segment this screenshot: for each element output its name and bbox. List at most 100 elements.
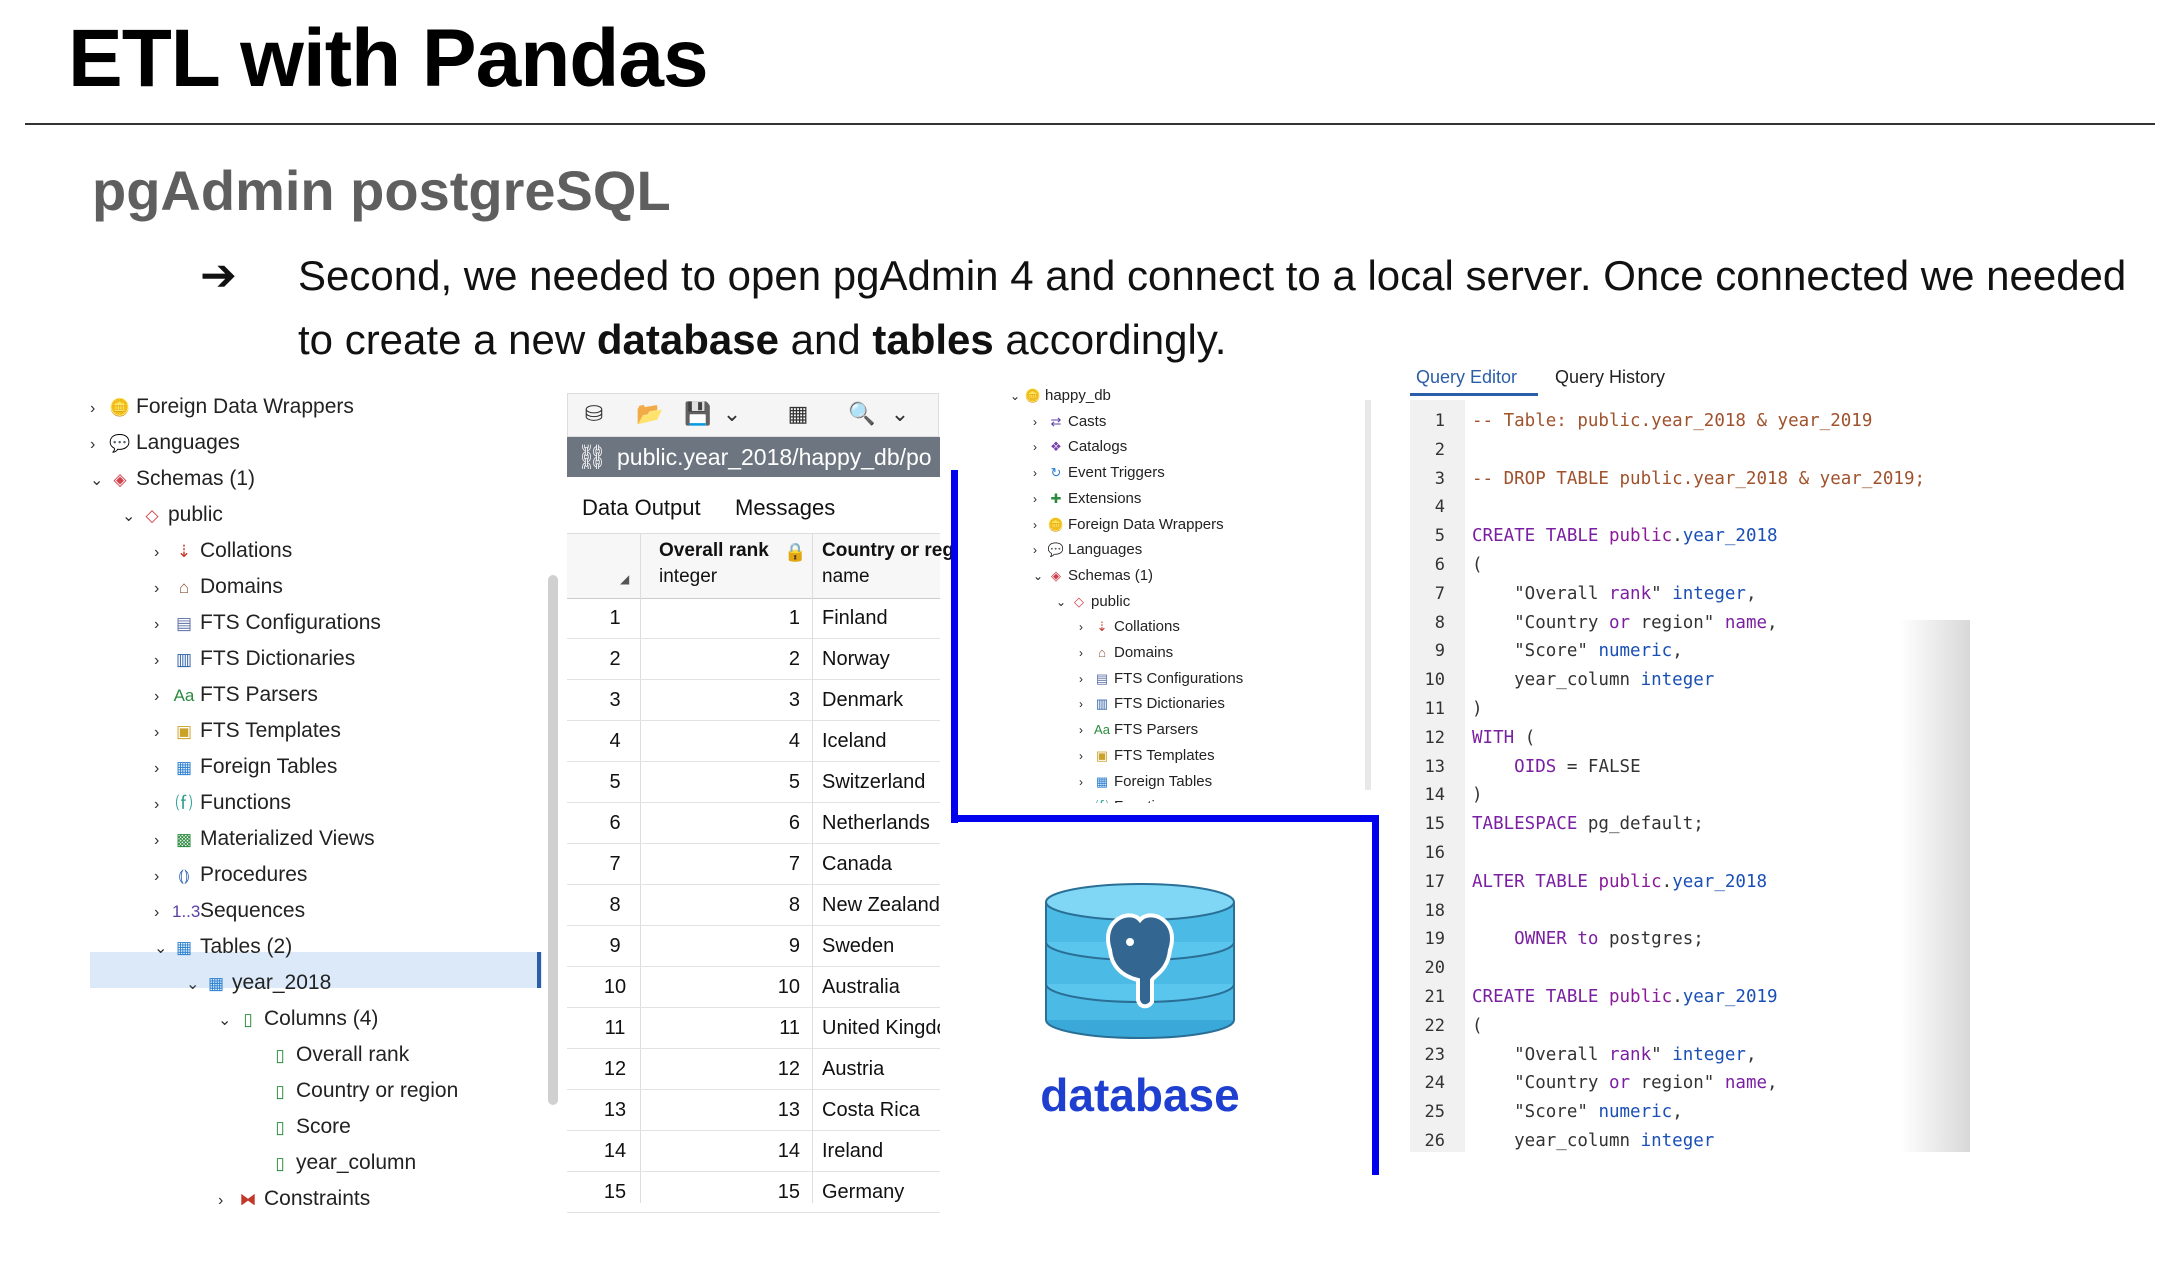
tab-query-editor[interactable]: Query Editor (1416, 367, 1517, 388)
chevron-right-icon[interactable]: › (1079, 718, 1093, 743)
chevron-right-icon[interactable]: › (154, 860, 172, 894)
cell-overall-rank[interactable]: 5 (650, 762, 800, 802)
chevron-right-icon[interactable]: › (154, 608, 172, 642)
chevron-right-icon[interactable]: › (1033, 410, 1047, 435)
cell-country[interactable]: Denmark (822, 680, 940, 720)
tree-item[interactable]: › ⦅⦆ Procedures (154, 858, 307, 892)
tree-item[interactable]: › ▩ Materialized Views (154, 822, 375, 856)
chevron-down-icon[interactable]: ⌄ (1056, 590, 1070, 615)
cell-country[interactable]: New Zealand (822, 885, 940, 925)
chevron-down-icon[interactable]: ⌄ (186, 968, 204, 1002)
db-tree-item[interactable]: › ▣ FTS Templates (1079, 743, 1215, 768)
chevron-down-icon[interactable]: ⌄ (154, 932, 172, 966)
db-tree-item[interactable]: › ▤ FTS Configurations (1079, 666, 1243, 691)
code-line[interactable]: "Country or region" name, (1472, 609, 1777, 637)
db-tree-item[interactable]: › ⇄ Casts (1033, 409, 1106, 434)
db-tree-item[interactable]: › ⇣ Collations (1079, 614, 1180, 639)
tree-item[interactable]: ▯ Overall rank (250, 1038, 409, 1072)
chevron-right-icon[interactable]: › (1079, 744, 1093, 769)
cell-country[interactable]: Finland (822, 598, 940, 638)
code-line[interactable]: ) (1472, 781, 1483, 809)
tree-item[interactable]: ▯ Country or region (250, 1074, 458, 1108)
db-tree-item[interactable]: › ▦ Foreign Tables (1079, 769, 1212, 794)
cell-overall-rank[interactable]: 7 (650, 844, 800, 884)
cell-overall-rank[interactable]: 13 (650, 1090, 800, 1130)
database-tree-scrollbar[interactable] (1365, 400, 1371, 790)
code-line[interactable]: OWNER to postgres; (1472, 925, 1704, 953)
cell-country[interactable]: United Kingdo (822, 1008, 940, 1048)
cell-overall-rank[interactable]: 4 (650, 721, 800, 761)
cell-overall-rank[interactable]: 11 (650, 1008, 800, 1048)
cell-overall-rank[interactable]: 2 (650, 639, 800, 679)
tree-item[interactable]: › ▥ FTS Dictionaries (154, 642, 355, 676)
chevron-right-icon[interactable]: › (154, 752, 172, 786)
db-tree-item[interactable]: ⌄ 🪙 happy_db (1010, 383, 1111, 408)
code-line[interactable]: CREATE TABLE public.year_2019 (1472, 983, 1778, 1011)
chevron-down-icon[interactable]: ⌄ (122, 500, 140, 534)
connection-icon[interactable]: ⛓ (567, 438, 617, 477)
tree-item[interactable]: ▯ year_column (250, 1146, 416, 1180)
open-folder-icon[interactable]: 📂 (632, 398, 668, 430)
code-line[interactable]: "Score" numeric, (1472, 637, 1683, 665)
chevron-right-icon[interactable]: › (90, 428, 108, 462)
db-tree-item[interactable]: › ↻ Event Triggers (1033, 460, 1165, 485)
cell-country[interactable]: Switzerland (822, 762, 940, 802)
code-line[interactable]: "Country or region" name, (1472, 1069, 1777, 1097)
cell-overall-rank[interactable]: 3 (650, 680, 800, 720)
chevron-right-icon[interactable]: › (154, 824, 172, 858)
tree-item[interactable]: › ▤ FTS Configurations (154, 606, 381, 640)
chevron-down-icon[interactable]: ⌄ (1010, 384, 1024, 409)
cell-overall-rank[interactable]: 12 (650, 1049, 800, 1089)
chevron-right-icon[interactable]: › (1033, 538, 1047, 563)
chevron-right-icon[interactable]: › (1079, 615, 1093, 640)
chevron-down-icon[interactable]: ⌄ (90, 464, 108, 498)
code-line[interactable]: year_column integer (1472, 1127, 1714, 1155)
chevron-down-icon[interactable]: ⌄ (1033, 564, 1047, 589)
cell-overall-rank[interactable]: 6 (650, 803, 800, 843)
cell-overall-rank[interactable]: 14 (650, 1131, 800, 1171)
chevron-right-icon[interactable]: › (154, 716, 172, 750)
db-tree-item[interactable]: › Aa FTS Parsers (1079, 717, 1198, 742)
tree-item[interactable]: › ⇣ Collations (154, 534, 292, 568)
cell-overall-rank[interactable]: 10 (650, 967, 800, 1007)
db-tree-item[interactable]: ⌄ ◈ Schemas (1) (1033, 563, 1153, 588)
chevron-right-icon[interactable]: › (1079, 641, 1093, 666)
code-line[interactable]: TABLESPACE pg_default; (1472, 810, 1704, 838)
search-icon[interactable]: 🔍 (844, 398, 880, 430)
tree-item[interactable]: ▯ Score (250, 1110, 351, 1144)
db-tree-item[interactable]: › ⌂ Domains (1079, 640, 1173, 665)
tree-item[interactable]: › ▦ Foreign Tables (154, 750, 337, 784)
code-line[interactable]: CREATE TABLE public.year_2018 (1472, 522, 1778, 550)
chevron-right-icon[interactable]: › (1033, 487, 1047, 512)
tab-messages[interactable]: Messages (735, 495, 835, 521)
chevron-right-icon[interactable]: › (1033, 513, 1047, 538)
column-header-country[interactable]: Country or reg (822, 540, 954, 562)
cell-country[interactable]: Canada (822, 844, 940, 884)
tree-item[interactable]: › 1..3Sequences (154, 894, 305, 928)
db-tree-item[interactable]: › ✚ Extensions (1033, 486, 1141, 511)
cell-country[interactable]: Germany (822, 1172, 940, 1212)
chevron-right-icon[interactable]: › (1079, 795, 1093, 803)
chevron-right-icon[interactable]: › (154, 896, 172, 930)
chevron-right-icon[interactable]: › (1033, 461, 1047, 486)
db-tree-item[interactable]: ›⒡Functions (1079, 794, 1179, 803)
code-line[interactable]: "Overall rank" integer, (1472, 580, 1756, 608)
chevron-down-icon[interactable]: ⌄ (882, 398, 918, 430)
chevron-right-icon[interactable]: › (1079, 770, 1093, 795)
db-tree-item[interactable]: › ❖ Catalogs (1033, 434, 1127, 459)
cell-country[interactable]: Costa Rica (822, 1090, 940, 1130)
cell-overall-rank[interactable]: 1 (650, 598, 800, 638)
tree-item[interactable]: › Aa FTS Parsers (154, 678, 318, 712)
code-line[interactable]: ( (1472, 551, 1483, 579)
tree-item[interactable]: › 🪙 Foreign Data Wrappers (90, 390, 354, 424)
tab-query-history[interactable]: Query History (1555, 367, 1665, 388)
chevron-right-icon[interactable]: › (154, 680, 172, 714)
code-line[interactable]: WITH ( (1472, 724, 1535, 752)
chevron-right-icon[interactable]: › (154, 788, 172, 822)
tree-item[interactable]: ⌄ ◈ Schemas (1) (90, 462, 255, 496)
tree-item[interactable]: ⌄ ▯ Columns (4) (218, 1002, 378, 1036)
cell-overall-rank[interactable]: 9 (650, 926, 800, 966)
database-icon[interactable]: ⛁ (576, 398, 612, 430)
db-tree-item[interactable]: › ▥ FTS Dictionaries (1079, 691, 1225, 716)
tree-item[interactable]: › ⒡ Functions (154, 786, 291, 820)
